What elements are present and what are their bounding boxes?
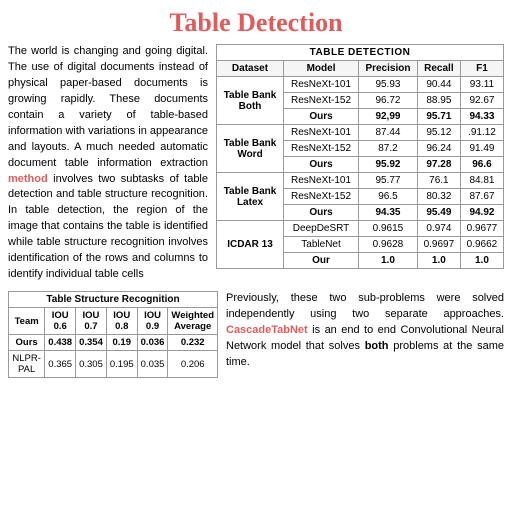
- left-column: The world is changing and going digital.…: [8, 44, 208, 283]
- left-paragraph: The world is changing and going digital.…: [8, 44, 208, 283]
- table-row: Ours 0.438 0.354 0.19 0.036 0.232: [9, 335, 218, 351]
- table-row: ICDAR 13 DeepDeSRT0.96150.9740.9677: [217, 221, 504, 237]
- col-header-model: Model: [284, 61, 359, 77]
- col-header-precision: Precision: [359, 61, 418, 77]
- col-header-recall: Recall: [417, 61, 460, 77]
- detection-table: TABLE DETECTION Dataset Model Precision …: [216, 44, 504, 269]
- bottom-paragraph: Previously, these two sub-problems were …: [226, 291, 504, 378]
- col-header-dataset: Dataset: [217, 61, 284, 77]
- structure-recognition-section: Table Structure Recognition Team IOU0.6 …: [8, 291, 218, 378]
- page-title: Table Detection: [8, 8, 504, 38]
- detection-table-title: TABLE DETECTION: [217, 45, 504, 61]
- table-row: NLPR-PAL 0.365 0.305 0.195 0.035 0.206: [9, 351, 218, 378]
- right-column: TABLE DETECTION Dataset Model Precision …: [216, 44, 504, 283]
- structure-table: Table Structure Recognition Team IOU0.6 …: [8, 291, 218, 378]
- table-row: Table BankWord ResNeXt-10187.4495.12.91.…: [217, 125, 504, 141]
- structure-table-title: Table Structure Recognition: [9, 292, 218, 308]
- table-row: Table BankBoth ResNeXt-10195.9390.4493.1…: [217, 77, 504, 93]
- structure-table-header: Team IOU0.6 IOU0.7 IOU0.8 IOU0.9 Weighte…: [9, 308, 218, 335]
- table-row: Table BankLatex ResNeXt-10195.7776.184.8…: [217, 173, 504, 189]
- col-header-f1: F1: [460, 61, 503, 77]
